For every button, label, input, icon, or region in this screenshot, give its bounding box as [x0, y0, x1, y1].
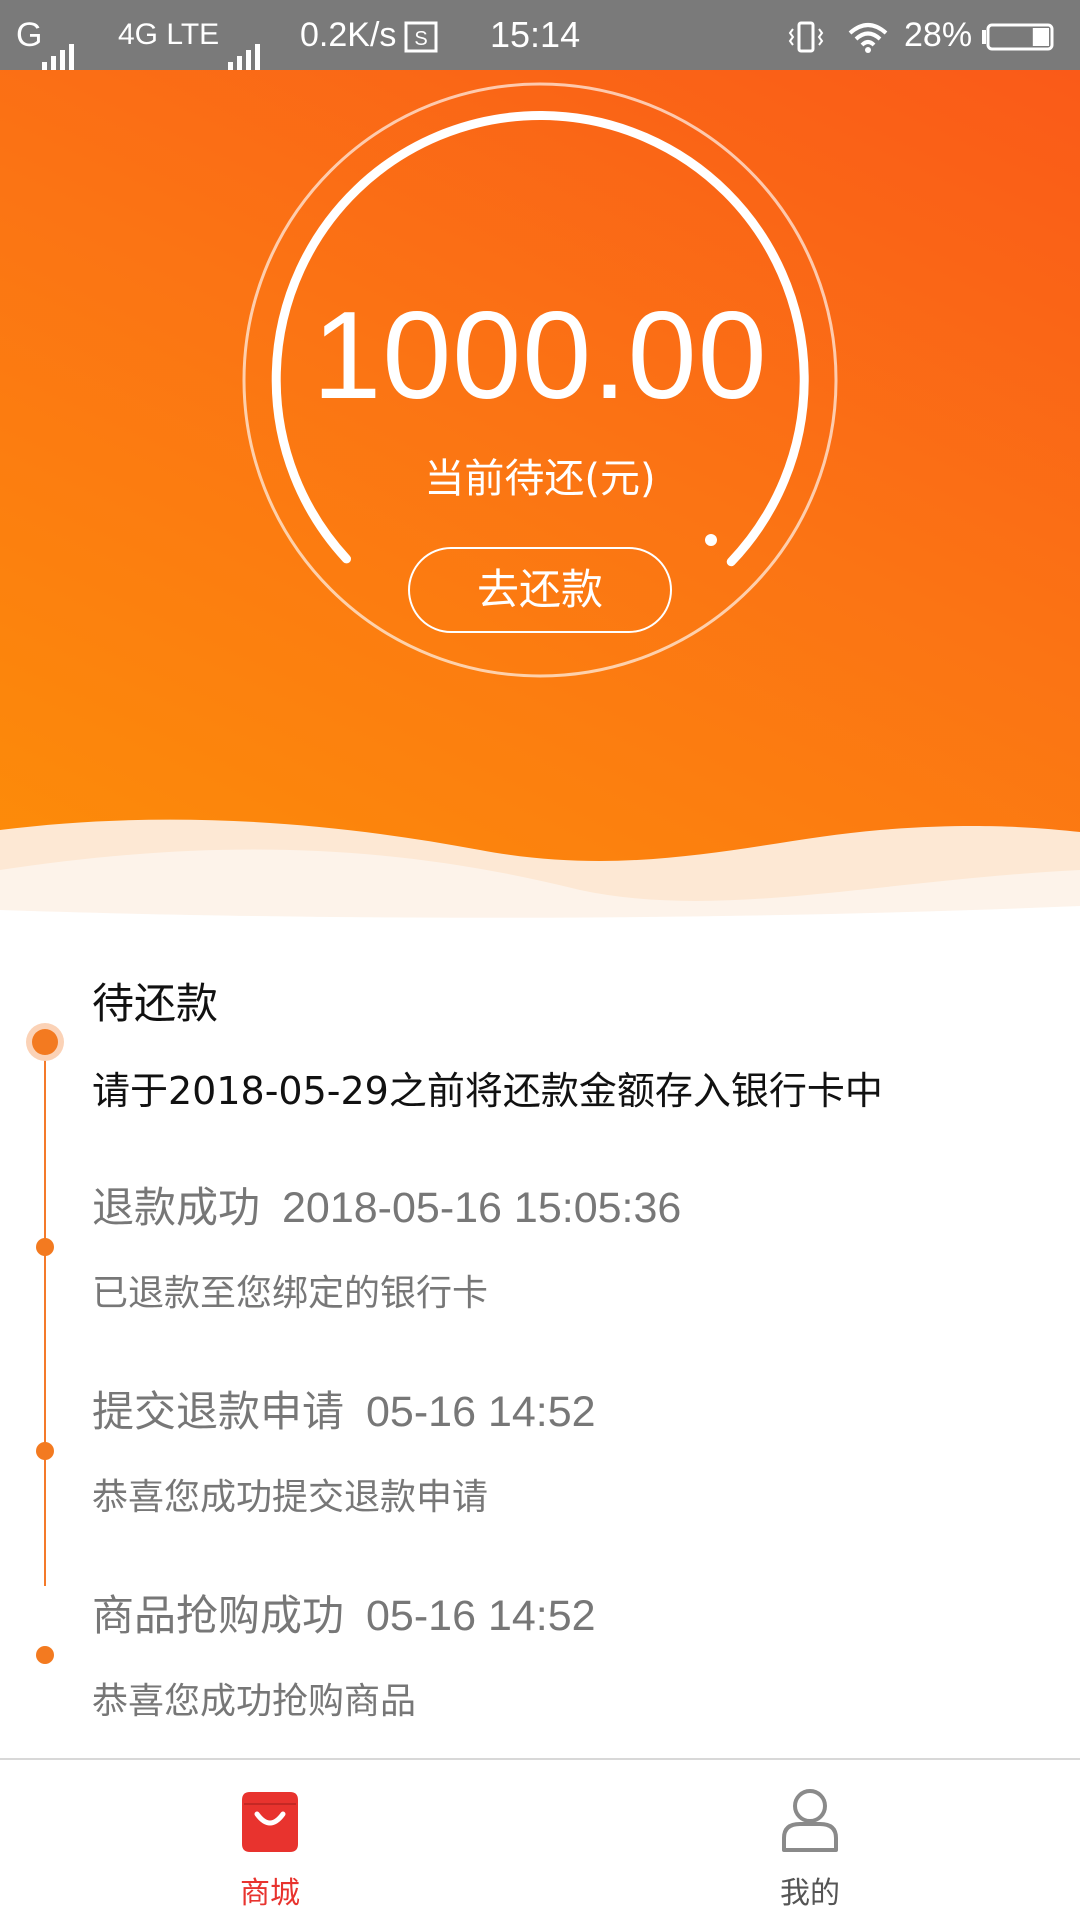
battery-icon	[980, 0, 1056, 70]
timeline-item-title: 商品抢购成功 05-16 14:52	[92, 1582, 596, 1643]
tab-mall[interactable]: 商城	[0, 1760, 540, 1920]
svg-text:S: S	[414, 28, 427, 50]
user-icon	[782, 1789, 838, 1852]
timeline-item-time: 05-16 14:52	[366, 1592, 596, 1640]
tab-mall-label: 商城	[240, 1876, 300, 1911]
timeline-item-status: 退款成功	[92, 1183, 261, 1232]
timeline-item-desc: 恭喜您成功抢购商品	[92, 1681, 417, 1722]
timeline-current-dot	[32, 1029, 58, 1055]
repayment-header: 1000.00 当前待还(元) 去还款	[0, 70, 1080, 930]
timeline-item-title: 待还款	[92, 979, 219, 1028]
network-type-label: 4G LTE	[118, 18, 220, 51]
battery-percent: 28%	[904, 16, 973, 54]
tab-mine[interactable]: 我的	[540, 1760, 1080, 1920]
network-speed: 0.2K/s	[300, 16, 397, 54]
timeline-item-time: 05-16 14:52	[366, 1388, 596, 1436]
header-wave-decoration	[0, 819, 1080, 930]
timeline-line	[44, 1042, 46, 1586]
screenshot-icon: S	[402, 0, 442, 70]
timeline-item-time: 2018-05-16 15:05:36	[282, 1184, 682, 1232]
clock: 15:14	[490, 14, 581, 55]
bottom-navigation: 商城 我的	[0, 1758, 1080, 1922]
pending-amount-label: 当前待还(元)	[424, 456, 656, 502]
timeline-item-title: 退款成功 2018-05-16 15:05:36	[92, 1174, 681, 1235]
tab-mine-label: 我的	[780, 1876, 840, 1911]
signal-strength-icon	[42, 0, 78, 73]
timeline-dot	[36, 1238, 54, 1256]
timeline-dot	[36, 1646, 54, 1664]
signal-strength-2-icon	[228, 0, 264, 73]
timeline-item-desc: 恭喜您成功提交退款申请	[92, 1477, 489, 1518]
vibrate-icon	[786, 0, 826, 70]
wifi-icon	[846, 0, 890, 70]
carrier-label: G	[16, 16, 43, 54]
shopping-bag-icon	[242, 1792, 298, 1852]
timeline-dot	[36, 1442, 54, 1460]
timeline-item-title: 提交退款申请 05-16 14:52	[92, 1378, 596, 1439]
pending-amount: 1000.00	[312, 287, 768, 425]
repay-button[interactable]: 去还款	[408, 547, 672, 633]
status-bar: G 4G LTE 0.2K/s S 15:14 28%	[0, 0, 1080, 73]
repayment-timeline: 待还款 请于2018-05-29之前将还款金额存入银行卡中 退款成功 2018-0…	[0, 930, 1080, 1760]
timeline-item-desc: 已退款至您绑定的银行卡	[92, 1273, 489, 1314]
timeline-item-desc: 请于2018-05-29之前将还款金额存入银行卡中	[92, 1069, 883, 1113]
timeline-item-status: 商品抢购成功	[92, 1591, 345, 1640]
timeline-item-status: 提交退款申请	[92, 1387, 345, 1436]
